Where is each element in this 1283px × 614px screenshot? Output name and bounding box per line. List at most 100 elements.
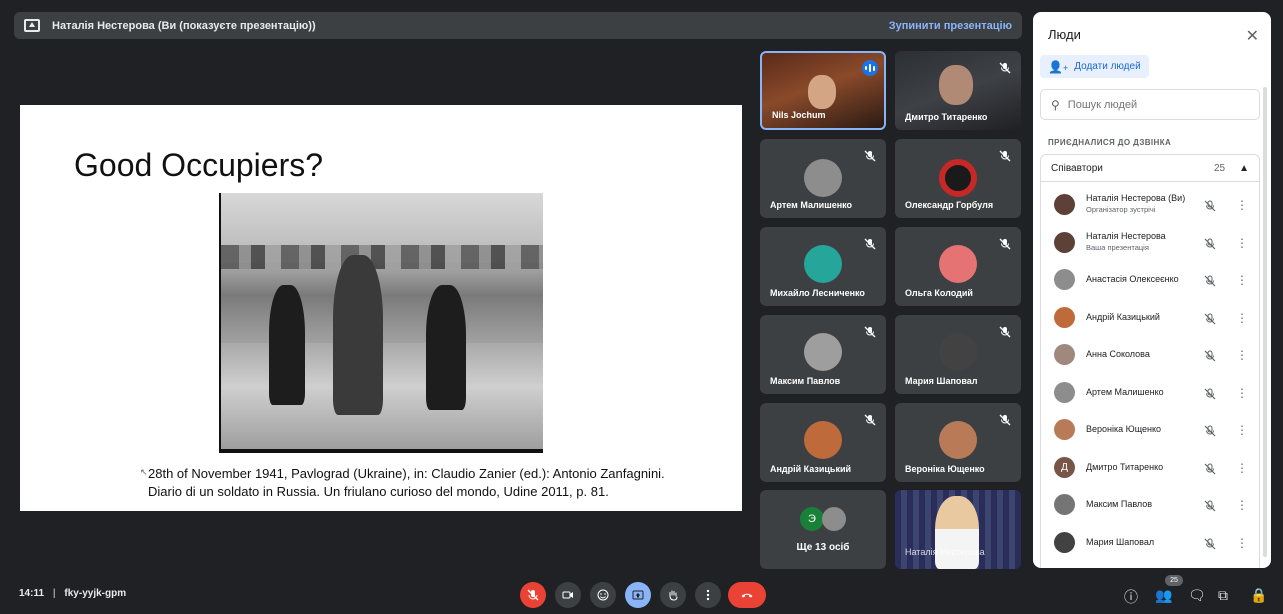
presentation-slide: Good Occupiers? ↖ 28th of November 1941,… [20, 105, 742, 511]
more-vert-icon [706, 589, 710, 601]
participant-name: Дмитро Титаренко [905, 112, 988, 122]
person-avatar [1054, 194, 1075, 215]
participant-tile[interactable]: Михайло Лесниченко [760, 227, 886, 306]
mic-off-icon [999, 237, 1011, 250]
add-people-button[interactable]: 👤+ Додати людей [1040, 55, 1149, 78]
participant-tile[interactable]: Максим Павлов [760, 315, 886, 394]
more-options-button[interactable] [695, 582, 721, 608]
participant-tile[interactable]: Олександр Горбуля [895, 139, 1021, 218]
activities-icon[interactable]: ⧉ [1218, 587, 1228, 604]
meeting-code: fky-yyjk-gpm [64, 588, 127, 599]
more-vert-icon[interactable]: ⋮ [1236, 537, 1248, 549]
more-vert-icon[interactable]: ⋮ [1236, 462, 1248, 474]
people-row[interactable]: Наталія Нестерова (Ви) Організатор зустрі… [1041, 186, 1261, 223]
people-panel: Люди ✕ 👤+ Додати людей ⚲ ПРИЄДНАЛИСЯ ДО … [1033, 12, 1271, 568]
collaborators-group[interactable]: Співавтори 25 ▲ [1040, 154, 1260, 182]
participant-name: Максим Павлов [770, 376, 841, 386]
mic-off-icon[interactable] [1204, 387, 1216, 399]
participant-tile[interactable]: Nils Jochum [760, 51, 886, 130]
people-icon[interactable]: 👥 [1155, 587, 1172, 604]
person-avatar [1054, 269, 1075, 290]
stop-presenting-button[interactable]: Зупинити презентацію [889, 20, 1012, 32]
mic-toggle-button[interactable] [520, 582, 546, 608]
more-vert-icon[interactable]: ⋮ [1236, 387, 1248, 399]
mic-off-icon[interactable] [1204, 462, 1216, 474]
people-row[interactable]: Мария Шаповал ⋮ [1041, 524, 1261, 561]
participant-video [808, 75, 836, 109]
participant-avatar [804, 245, 842, 283]
more-participants-tile[interactable]: Э Ще 13 осіб [760, 490, 886, 569]
search-input[interactable] [1067, 98, 1238, 111]
mic-off-icon[interactable] [1204, 424, 1216, 437]
participant-avatar [939, 421, 977, 459]
mic-off-icon[interactable] [1204, 349, 1216, 362]
self-view-tile[interactable]: Наталія Нестерова [895, 490, 1021, 569]
mic-off-icon [864, 237, 876, 250]
mic-off-icon[interactable] [1204, 199, 1216, 212]
participant-tile[interactable]: Артем Малишенко [760, 139, 886, 218]
people-row[interactable]: Максим Павлов ⋮ [1041, 486, 1261, 523]
more-vert-icon[interactable]: ⋮ [1236, 499, 1248, 511]
people-row[interactable]: Наталія Нестерова Ваша презентація ⋮ [1041, 224, 1261, 261]
present-screen-icon [24, 19, 40, 32]
people-row[interactable]: Анна Соколова ⋮ [1041, 336, 1261, 373]
present-button[interactable] [625, 582, 651, 608]
mic-off-icon [999, 61, 1011, 74]
more-vert-icon[interactable]: ⋮ [1236, 424, 1248, 436]
participant-avatar [939, 333, 977, 371]
search-icon: ⚲ [1051, 97, 1060, 112]
chat-icon[interactable]: 🗨 [1188, 587, 1206, 604]
person-avatar [1054, 344, 1075, 365]
divider: | [52, 588, 56, 599]
people-row[interactable]: Вероніка Ющенко ⋮ [1041, 411, 1261, 448]
mic-off-icon[interactable] [1204, 237, 1216, 249]
participant-tile[interactable]: Вероніка Ющенко [895, 403, 1021, 482]
clock: 14:11 [19, 588, 45, 599]
panel-scrollbar[interactable] [1263, 87, 1267, 557]
more-avatars: Э [800, 507, 846, 531]
more-vert-icon[interactable]: ⋮ [1236, 237, 1248, 249]
camera-toggle-button[interactable] [555, 582, 581, 608]
mic-off-icon [527, 589, 539, 601]
person-name: Анастасія Олексеєнко [1086, 274, 1179, 284]
people-row[interactable]: Анастасія Олексеєнко ⋮ [1041, 261, 1261, 298]
mic-off-icon[interactable] [1204, 274, 1216, 287]
photo-houses [221, 245, 543, 269]
more-vert-icon[interactable]: ⋮ [1236, 199, 1248, 211]
participant-tile[interactable]: Ольга Колодий [895, 227, 1021, 306]
info-icon[interactable]: ⓘ [1124, 587, 1138, 607]
people-search[interactable]: ⚲ [1040, 89, 1260, 120]
photo-figure-soldier [333, 255, 383, 415]
panel-title: Люди [1048, 27, 1081, 42]
mic-off-icon [999, 413, 1011, 426]
reactions-button[interactable] [590, 582, 616, 608]
participant-tile[interactable]: Мария Шаповал [895, 315, 1021, 394]
person-name: Анна Соколова [1086, 349, 1150, 359]
participant-name: Андрій Казицький [770, 464, 852, 474]
present-screen-icon [632, 590, 644, 600]
close-icon[interactable]: ✕ [1246, 26, 1259, 46]
end-call-button[interactable] [728, 582, 766, 608]
people-row[interactable]: Андрій Казицький ⋮ [1041, 299, 1261, 336]
mic-off-icon[interactable] [1204, 499, 1216, 512]
participant-tile[interactable]: Дмитро Титаренко [895, 51, 1021, 130]
participant-tile[interactable]: Андрій Казицький [760, 403, 886, 482]
mic-off-icon[interactable] [1204, 312, 1216, 324]
host-controls-icon[interactable]: 🔒 [1250, 587, 1267, 604]
participant-avatar [804, 421, 842, 459]
caption-line-2: Diario di un soldato in Russia. Un friul… [148, 484, 609, 499]
person-avatar [1054, 494, 1075, 515]
more-vert-icon[interactable]: ⋮ [1236, 274, 1248, 286]
people-row[interactable]: Д Дмитро Титаренко ⋮ [1041, 449, 1261, 486]
more-vert-icon[interactable]: ⋮ [1236, 349, 1248, 361]
more-vert-icon[interactable]: ⋮ [1236, 312, 1248, 324]
participant-video [939, 65, 973, 105]
participant-avatar [804, 333, 842, 371]
meeting-info: 14:11 | fky-yyjk-gpm [19, 588, 126, 599]
participant-name: Артем Малишенко [770, 200, 853, 210]
mic-off-icon[interactable] [1204, 537, 1216, 549]
people-row[interactable]: Артем Малишенко ⋮ [1041, 374, 1261, 411]
mic-off-icon [864, 413, 876, 426]
raise-hand-button[interactable] [660, 582, 686, 608]
participant-avatar: Э [800, 507, 824, 531]
